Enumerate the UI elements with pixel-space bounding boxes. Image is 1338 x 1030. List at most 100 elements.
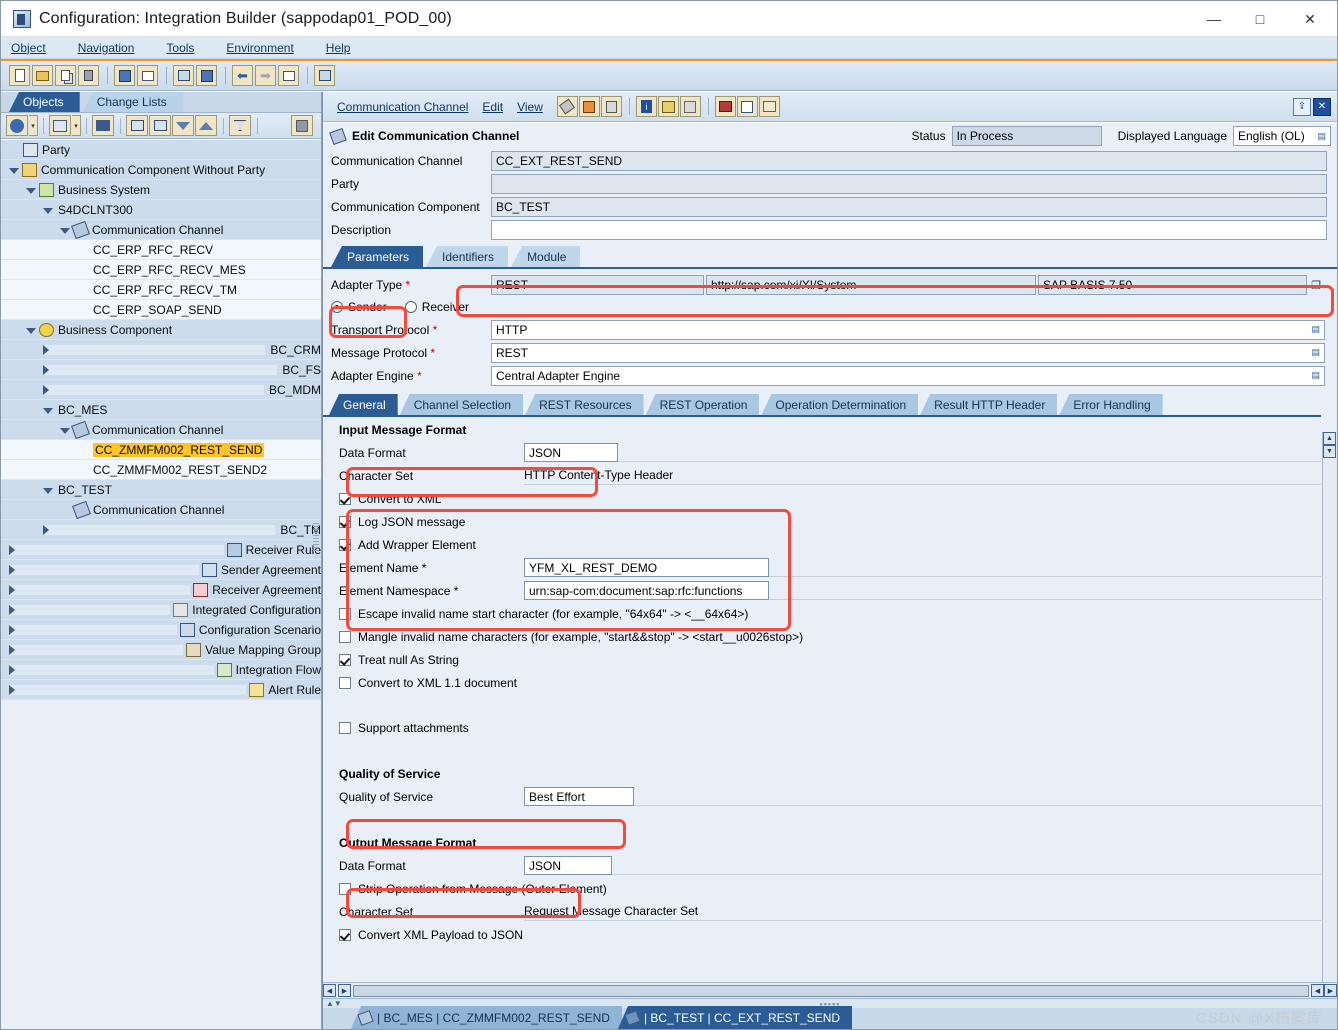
tab-rest-operation[interactable]: REST Operation [645,394,760,415]
history-button[interactable] [679,96,701,117]
element-name-value[interactable]: YFM_XL_REST_DEMO [524,558,769,577]
qos-value[interactable]: Best Effort [524,787,634,806]
protocol-field-value[interactable]: Central Adapter Engine ▤ [491,365,1325,386]
transport-button[interactable] [173,65,194,86]
chevron-right-icon[interactable] [9,544,224,555]
option-checkbox[interactable] [339,538,351,551]
chevron-right-icon[interactable] [9,604,171,615]
filter-button[interactable] [229,115,251,136]
tab-error-handling[interactable]: Error Handling [1059,394,1163,415]
panel-collapse-arrows[interactable]: ▲▼ [326,999,342,1008]
pin-button[interactable]: ⇪ [1293,97,1311,116]
editor-menu-communication-channel[interactable]: Communication Channel [337,100,468,114]
tree-item[interactable]: Receiver Agreement [1,580,321,600]
chevron-down-icon[interactable] [26,327,36,334]
chevron-right-icon[interactable] [9,644,184,655]
output-data-format-value[interactable]: JSON [524,856,612,875]
horizontal-scroll-thumb[interactable] [353,984,1309,997]
general-horizontal-scrollbar[interactable]: ◀ ▶ ◀ ▶ [323,982,1337,998]
scope-dropdown[interactable]: ▾ [72,115,81,136]
tab-general[interactable]: General [329,394,398,415]
scroll-left-button-2[interactable]: ◀ [1311,984,1324,997]
chevron-right-icon[interactable] [9,664,214,675]
tree-item[interactable]: Sender Agreement [1,560,321,580]
where-used-button[interactable] [657,96,679,117]
adapter-namespace-value[interactable]: http://sap.com/xi/XI/System [706,275,1036,295]
tree-item[interactable]: Integration Flow [1,660,321,680]
output-charset-value[interactable]: Request Message Character Set [524,902,1321,921]
scroll-up-button[interactable]: ▲ [1323,432,1336,445]
tree-item[interactable]: Value Mapping Group [1,640,321,660]
tab-channel-selection[interactable]: Channel Selection [399,394,524,415]
tree-item[interactable]: Configuration Scenario [1,620,321,640]
tree-item[interactable]: BC_FS [1,360,321,380]
adapter-value-help-icon[interactable]: ❐ [1307,275,1325,295]
channel-field-value[interactable]: CC_EXT_REST_SEND [491,150,1327,171]
sender-label[interactable]: Sender [348,300,387,314]
tree-item[interactable]: Party [1,140,321,160]
chevron-right-icon[interactable] [9,684,247,695]
back-button[interactable]: ⬅ [232,65,253,86]
option-checkbox[interactable] [339,607,351,620]
close-editor-button[interactable]: ✕ [1313,97,1331,116]
channel-field-value[interactable] [491,219,1327,240]
list-view-button[interactable] [278,65,299,86]
receiver-label[interactable]: Receiver [422,300,469,314]
close-button[interactable]: ✕ [1283,1,1337,37]
convert-payload-checkbox[interactable] [339,928,351,941]
chevron-down-icon[interactable] [60,427,70,434]
option-checkbox[interactable] [339,676,351,689]
tree-item[interactable]: BC_MDM [1,380,321,400]
move-down-button[interactable] [172,115,194,136]
scope-button[interactable] [49,115,71,136]
general-vertical-scrollbar[interactable]: ▲ ▼ [1322,432,1337,982]
tab-objects[interactable]: Objects [9,92,80,112]
check-objects-button[interactable] [137,65,158,86]
editor-tab-bc-mes[interactable]: | BC_MES | CC_ZMMFM002_REST_SEND [351,1006,622,1029]
value-help-icon[interactable]: ▤ [1311,370,1320,381]
chevron-right-icon[interactable] [9,564,199,575]
option-checkbox[interactable] [339,515,351,528]
receiver-radio[interactable] [404,301,417,313]
channel-field-value[interactable] [491,173,1327,194]
value-help-icon[interactable]: ▤ [1311,347,1320,358]
object-tree[interactable]: Party Communication Component Without Par… [1,139,321,1029]
save-all-button[interactable] [114,65,135,86]
tab-rest-resources[interactable]: REST Resources [525,394,644,415]
chevron-right-icon[interactable] [43,384,264,395]
tree-item[interactable]: BC_TEST [1,480,321,500]
chevron-right-icon[interactable] [9,624,177,635]
properties-button[interactable] [314,65,335,86]
tab-parameters[interactable]: Parameters [331,246,424,267]
editor-menu-view[interactable]: View [517,100,543,114]
tree-item[interactable]: Integrated Configuration [1,600,321,620]
support-attachments-checkbox[interactable] [339,721,351,734]
option-checkbox[interactable] [339,492,351,505]
editor-tab-bc-test[interactable]: | BC_TEST | CC_EXT_REST_SEND [617,1006,853,1029]
language-select[interactable]: English (OL) ▤ [1233,126,1331,146]
tree-item[interactable]: S4DCLNT300 [1,200,321,220]
move-up-button[interactable] [195,115,217,136]
sender-radio[interactable] [331,301,343,313]
chevron-right-icon[interactable] [43,344,266,355]
minimize-button[interactable]: — [1191,1,1237,37]
panel-splitter[interactable] [313,523,319,552]
input-data-format-value[interactable]: JSON [524,443,618,462]
copy-button[interactable] [55,65,76,86]
open-folder-button[interactable] [32,65,53,86]
maximize-button[interactable]: □ [1237,1,1283,37]
tab-change-lists[interactable]: Change Lists [82,92,183,112]
chevron-right-icon[interactable] [43,364,278,375]
deploy-button[interactable] [714,96,736,117]
info-button[interactable]: i [635,96,657,117]
menu-navigation[interactable]: Navigation [78,41,151,55]
chevron-down-icon[interactable] [43,487,53,494]
tree-item[interactable]: CC_ZMMFM002_REST_SEND [1,440,321,460]
refresh-button[interactable] [6,115,28,136]
input-charset-value[interactable]: HTTP Content-Type Header [524,466,1321,485]
option-checkbox[interactable] [339,653,351,666]
tab-module[interactable]: Module [511,246,581,267]
editor-menu-edit[interactable]: Edit [482,100,503,114]
tree-item[interactable]: Receiver Rule [1,540,321,560]
where-used-button[interactable] [196,65,217,86]
